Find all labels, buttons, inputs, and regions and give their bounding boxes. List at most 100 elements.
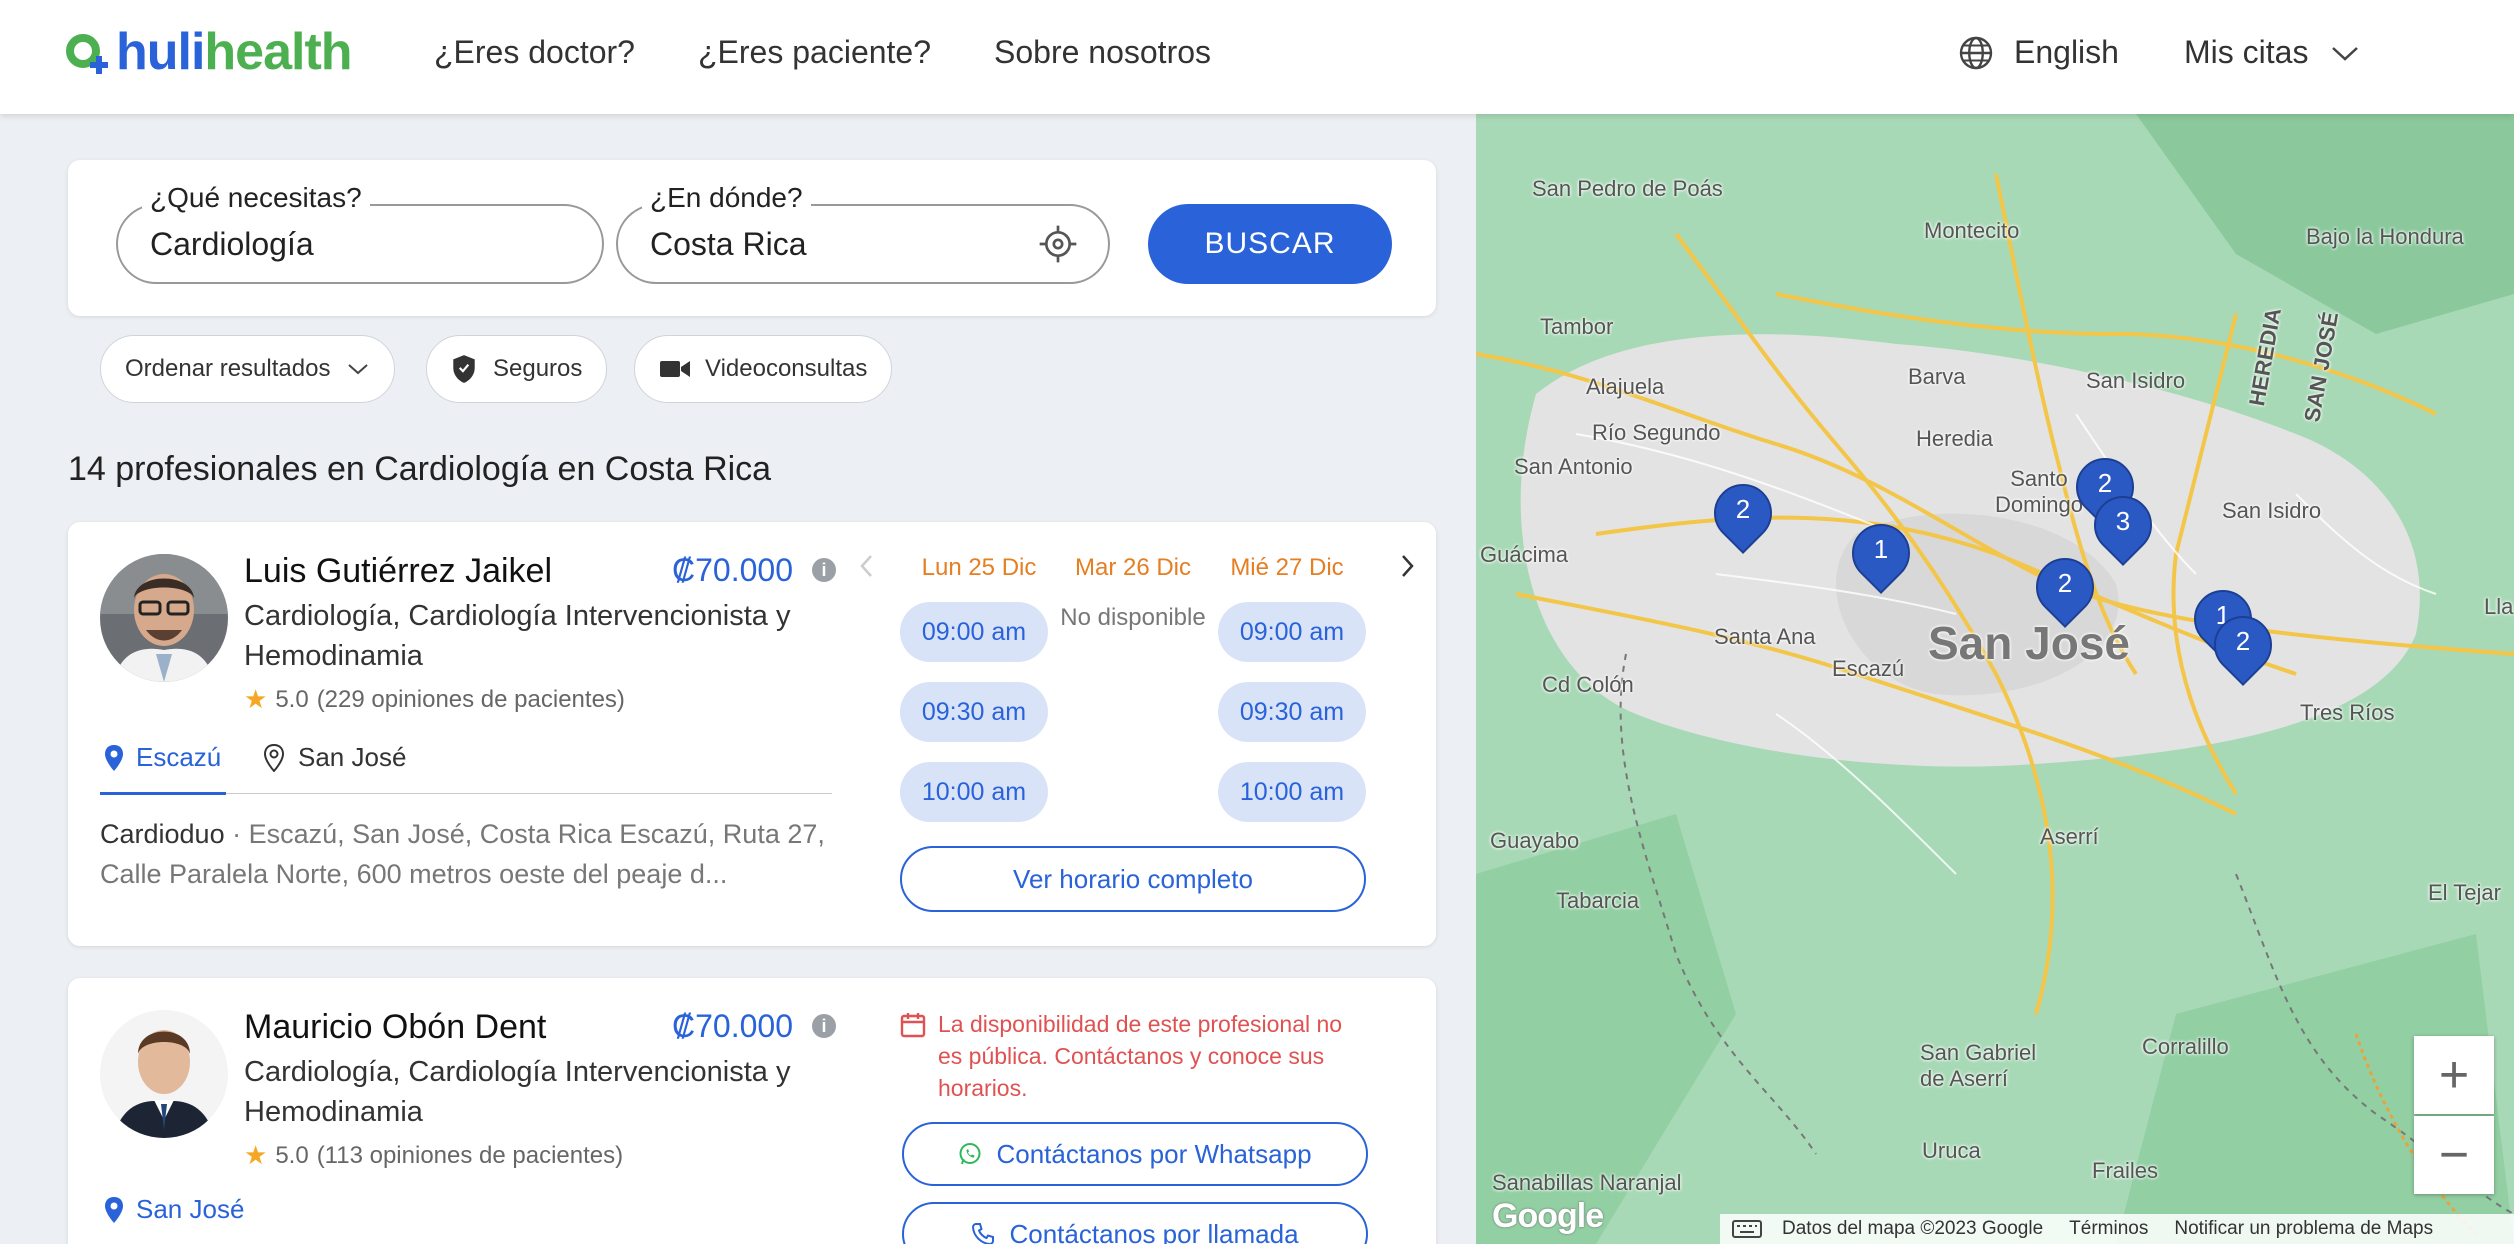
map-place-label: Sanabillas Naranjal [1492,1170,1682,1195]
insurance-label: Seguros [493,355,583,382]
doctor-card: Mauricio Obón Dent ₡70.000 i Cardiología… [68,978,1436,1244]
doctor-rating[interactable]: ★ 5.0 (113 opiniones de pacientes) [244,1140,623,1171]
clinic-name: Cardioduo [100,819,225,849]
zoom-in-button[interactable]: + [2414,1036,2494,1114]
results-count-title: 14 profesionales en Cardiología en Costa… [68,450,772,488]
doctor-card: Luis Gutiérrez Jaikel ₡70.000 i Cardiolo… [68,522,1436,946]
day-header: Mié 27 Dic [1230,554,1344,581]
location-field[interactable]: ¿En dónde? Costa Rica [616,182,1110,284]
map-place-label: Alajuela [1586,374,1665,399]
doctor-name[interactable]: Mauricio Obón Dent [244,1008,546,1047]
videoconsult-label: Videoconsultas [705,355,868,382]
zoom-out-button[interactable]: − [2414,1116,2494,1194]
videoconsult-chip[interactable]: Videoconsultas [634,335,893,403]
map-place-label: Tabarcia [1556,888,1640,913]
location-field-value[interactable]: Costa Rica [650,226,807,263]
rating-value: 5.0 [275,685,309,713]
search-button[interactable]: BUSCAR [1148,204,1392,284]
sort-results-label: Ordenar resultados [125,355,331,382]
time-slot[interactable]: 10:00 am [1218,762,1366,822]
nav-link-patient[interactable]: ¿Eres paciente? [698,34,931,71]
my-appointments-label: Mis citas [2184,34,2309,70]
map-data-credit: Datos del mapa ©2023 Google [1782,1218,2044,1239]
chevron-down-icon [348,364,369,375]
location-tab-label: Escazú [136,742,222,772]
doctor-name[interactable]: Luis Gutiérrez Jaikel [244,552,552,591]
map-place-label: San Pedro de Poás [1532,176,1723,201]
chevron-down-icon [2332,46,2359,61]
location-tab-escazu[interactable]: Escazú [104,742,221,773]
doctor-specialty: Cardiología, Cardiología Intervencionist… [244,600,791,672]
logo-text-huli: huli [116,23,205,81]
sort-results-chip[interactable]: Ordenar resultados [100,335,396,403]
map-place-label: El Tejar [2428,880,2501,905]
doctor-rating[interactable]: ★ 5.0 (229 opiniones de pacientes) [244,684,625,715]
chevron-right-icon[interactable] [1398,552,1416,580]
google-logo[interactable]: Google [1492,1197,1604,1236]
specialty-field-label: ¿Qué necesitas? [142,182,370,214]
locate-me-icon[interactable] [1038,224,1078,264]
info-icon[interactable]: i [812,1014,836,1038]
map-place-label: Río Segundo [1592,420,1721,445]
nav-link-about[interactable]: Sobre nosotros [994,34,1211,71]
search-card: ¿Qué necesitas? Cardiología ¿En dónde? C… [68,160,1436,316]
info-icon[interactable]: i [812,558,836,582]
map-place-label: San Antonio [1514,454,1633,479]
full-schedule-button[interactable]: Ver horario completo [900,846,1366,912]
map-place-label: Montecito [1924,218,2020,243]
location-tab-san-jose[interactable]: San José [104,1194,244,1225]
chevron-left-icon[interactable] [858,552,876,580]
time-slot[interactable]: 09:00 am [900,602,1048,662]
location-tab-san-jose[interactable]: San José [264,742,406,773]
insurance-chip[interactable]: Seguros [426,335,608,403]
map-marker[interactable]: 3 [2081,483,2165,574]
shield-icon [453,355,475,383]
specialty-field-value[interactable]: Cardiología [150,226,314,263]
location-pin-icon [264,743,284,772]
active-tab-indicator [100,792,226,795]
map-report-link[interactable]: Notificar un problema de Maps [2174,1218,2433,1240]
map-place-label: Uruca [1922,1138,1981,1163]
time-slot[interactable]: 09:00 am [1218,602,1366,662]
whatsapp-icon [959,1143,981,1165]
star-icon: ★ [244,1140,268,1170]
keyboard-icon[interactable] [1732,1219,1762,1239]
results-map[interactable]: San Pedro de Poás Montecito Bajo la Hond… [1476,114,2514,1244]
nav-link-doctor[interactable]: ¿Eres doctor? [434,34,635,71]
map-place-label: Heredia [1916,426,1994,451]
map-marker[interactable]: 2 [1701,471,1785,562]
map-attribution-bar: Datos del mapa ©2023 Google Términos Not… [1720,1214,2514,1244]
doctor-avatar[interactable] [100,1010,228,1138]
hulihealth-logo[interactable]: huli health [66,22,353,82]
map-place-label: San Isidro [2086,368,2186,393]
map-place-label: San Gabriel de Aserrí [1920,1040,2037,1091]
map-city-label: San José [1928,617,2130,669]
map-marker[interactable]: 2 [2201,603,2285,694]
specialty-field[interactable]: ¿Qué necesitas? Cardiología [116,182,604,284]
contact-call-button[interactable]: Contáctanos por llamada [902,1202,1368,1244]
calendar-icon [900,1013,926,1038]
clinic-address: Cardioduo · Escazú, San José, Costa Rica… [100,814,840,894]
rating-value: 5.0 [275,1141,309,1169]
map-marker[interactable]: 2 [2023,545,2107,636]
map-terms-link[interactable]: Términos [2069,1218,2148,1240]
time-slot[interactable]: 09:30 am [1218,682,1366,742]
map-marker[interactable]: 1 [1839,511,1923,602]
my-appointments-menu[interactable]: Mis citas [2184,34,2360,71]
logo-text-health: health [204,23,352,81]
time-slot[interactable]: 10:00 am [900,762,1048,822]
location-field-label: ¿En dónde? [642,182,811,214]
contact-whatsapp-button[interactable]: Contáctanos por Whatsapp [902,1122,1368,1186]
time-slot[interactable]: 09:30 am [900,682,1048,742]
consult-price: ₡70.000 [672,1008,793,1044]
language-selector[interactable]: English [1958,34,2119,71]
rating-count: (229 opiniones de pacientes) [316,685,625,713]
map-place-label: Aserrí [2040,824,2099,849]
availability-notice: La disponibilidad de este profesional no… [938,1011,1343,1101]
top-navigation-bar: huli health ¿Eres doctor? ¿Eres paciente?… [0,0,2514,114]
doctor-avatar[interactable] [100,554,228,682]
hulihealth-logo-icon [66,30,110,74]
day-header: Lun 25 Dic [921,554,1037,581]
map-place-label: Escazú [1832,656,1905,681]
map-place-label: Barva [1908,364,1966,389]
